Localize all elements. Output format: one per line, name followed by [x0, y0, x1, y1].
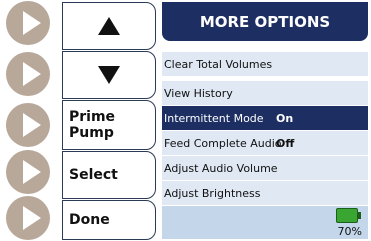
battery-percent: 70%	[337, 225, 362, 238]
play-triangle-icon	[23, 160, 41, 184]
option-adjust-audio-volume[interactable]: Adjust Audio Volume	[162, 156, 368, 180]
prime-pump-label-line2: Pump	[69, 125, 114, 141]
play-triangle-icon	[23, 62, 41, 86]
option-label: Adjust Audio Volume	[164, 161, 278, 175]
option-intermittent-mode[interactable]: Intermittent Mode On	[162, 106, 368, 130]
option-adjust-brightness[interactable]: Adjust Brightness	[162, 181, 368, 205]
battery-icon	[336, 208, 362, 223]
done-label: Done	[69, 212, 110, 228]
prime-pump-label-line1: Prime	[69, 109, 116, 125]
done-button[interactable]: Done	[62, 200, 156, 240]
panel-title: MORE OPTIONS	[162, 2, 368, 41]
hw-button-3[interactable]	[6, 103, 50, 147]
option-clear-total-volumes[interactable]: Clear Total Volumes	[162, 52, 368, 76]
option-label: Adjust Brightness	[164, 186, 261, 200]
play-triangle-icon	[23, 11, 41, 35]
option-view-history[interactable]: View History	[162, 81, 368, 105]
arrow-down-icon	[98, 66, 120, 84]
play-triangle-icon	[23, 206, 41, 230]
option-value: Off	[276, 136, 295, 150]
hw-button-1[interactable]	[6, 1, 50, 45]
play-triangle-icon	[23, 113, 41, 137]
status-footer: 70%	[162, 206, 368, 239]
option-label: Clear Total Volumes	[164, 57, 273, 71]
option-value: On	[276, 111, 294, 125]
hw-button-2[interactable]	[6, 52, 50, 96]
scroll-up-button[interactable]	[62, 2, 156, 50]
option-label: Feed Complete Audio	[164, 136, 282, 150]
prime-pump-button[interactable]: Prime Pump	[62, 100, 156, 150]
select-button[interactable]: Select	[62, 151, 156, 199]
option-label: Intermittent Mode	[164, 111, 264, 125]
hw-button-4[interactable]	[6, 150, 50, 194]
select-label: Select	[69, 167, 118, 183]
hw-button-5[interactable]	[6, 196, 50, 240]
option-label: View History	[164, 86, 233, 100]
arrow-up-icon	[98, 17, 120, 35]
option-feed-complete-audio[interactable]: Feed Complete Audio Off	[162, 131, 368, 155]
more-options-panel: MORE OPTIONS Clear Total Volumes View Hi…	[162, 2, 368, 239]
scroll-down-button[interactable]	[62, 51, 156, 99]
